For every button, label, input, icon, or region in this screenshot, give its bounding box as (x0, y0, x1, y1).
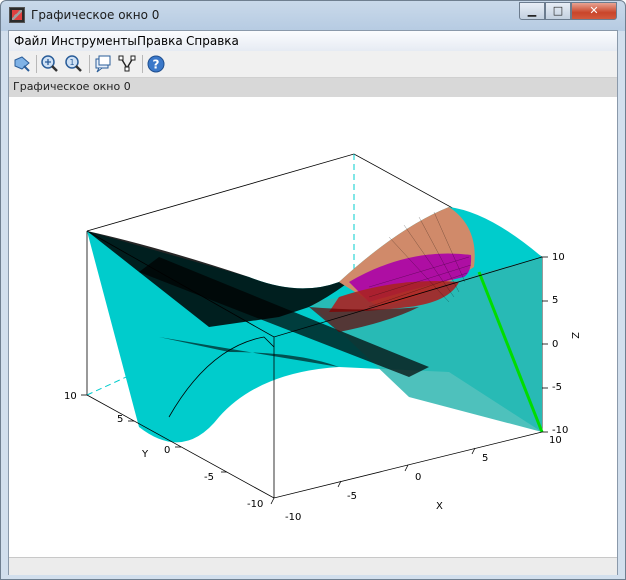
z-tick-label: -5 (552, 382, 562, 393)
menu-tools[interactable]: Инструменты (51, 34, 137, 48)
figure-info-bar: Графическое окно 0 (9, 78, 617, 98)
y-tick-label: 10 (64, 391, 77, 402)
menu-edit[interactable]: Правка (137, 34, 183, 48)
help-icon[interactable]: ? (146, 54, 166, 74)
y-tick-label: 5 (117, 414, 123, 425)
window-title: Графическое окно 0 (31, 8, 160, 22)
toolbar-separator (89, 55, 90, 73)
toolbar: 1 ? (9, 51, 617, 78)
menu-file[interactable]: Файл (14, 34, 47, 48)
z-tick-label: 0 (552, 339, 558, 350)
menu-help[interactable]: Справка (186, 34, 239, 48)
x-tick-label: -5 (347, 491, 357, 502)
close-button[interactable]: ✕ (571, 2, 617, 20)
zoom-reset-icon[interactable]: 1 (64, 54, 84, 74)
z-tick-label: 10 (552, 252, 565, 263)
x-tick-label: 5 (482, 453, 488, 464)
rotate-icon[interactable] (12, 54, 32, 74)
svg-text:?: ? (153, 58, 160, 72)
toolbar-separator (36, 55, 37, 73)
y-tick-label: -5 (204, 472, 214, 483)
maximize-button[interactable]: □ (545, 2, 571, 20)
z-axis: 10 5 0 -5 -10 Z (552, 252, 580, 436)
y-tick-label: 0 (164, 445, 170, 456)
svg-text:1: 1 (70, 58, 75, 67)
title-bar[interactable]: Графическое окно 0 ▁ □ ✕ (1, 1, 625, 30)
window-client: Файл Инструменты Правка Справка 1 ? Граф… (8, 30, 618, 575)
datatip-icon[interactable] (93, 54, 113, 74)
x-tick-label: 10 (549, 435, 562, 446)
plot-canvas[interactable]: 10 5 0 -5 -10 Z -10 -5 0 5 10 X 10 5 0 -… (9, 97, 617, 557)
menu-bar: Файл Инструменты Правка Справка (9, 31, 617, 52)
toolbar-separator (142, 55, 143, 73)
zoom-in-icon[interactable] (40, 54, 60, 74)
x-tick-label: 0 (415, 472, 421, 483)
y-tick-label: -10 (247, 499, 263, 510)
bottom-status-bar (9, 557, 617, 575)
datatip-edit-icon[interactable] (117, 54, 137, 74)
x-axis-label: X (436, 501, 443, 512)
x-tick-label: -10 (285, 512, 301, 523)
x-axis: -10 -5 0 5 10 X (285, 435, 562, 523)
z-axis-label: Z (569, 332, 580, 339)
surface-plot[interactable]: 10 5 0 -5 -10 Z -10 -5 0 5 10 X 10 5 0 -… (9, 97, 617, 557)
scilab-icon (9, 7, 25, 23)
graphics-window: Графическое окно 0 ▁ □ ✕ Файл Инструмент… (0, 0, 626, 580)
figure-info-text: Графическое окно 0 (13, 80, 131, 93)
z-tick-label: 5 (552, 295, 558, 306)
y-axis-label: Y (141, 449, 149, 460)
minimize-button[interactable]: ▁ (519, 2, 545, 20)
